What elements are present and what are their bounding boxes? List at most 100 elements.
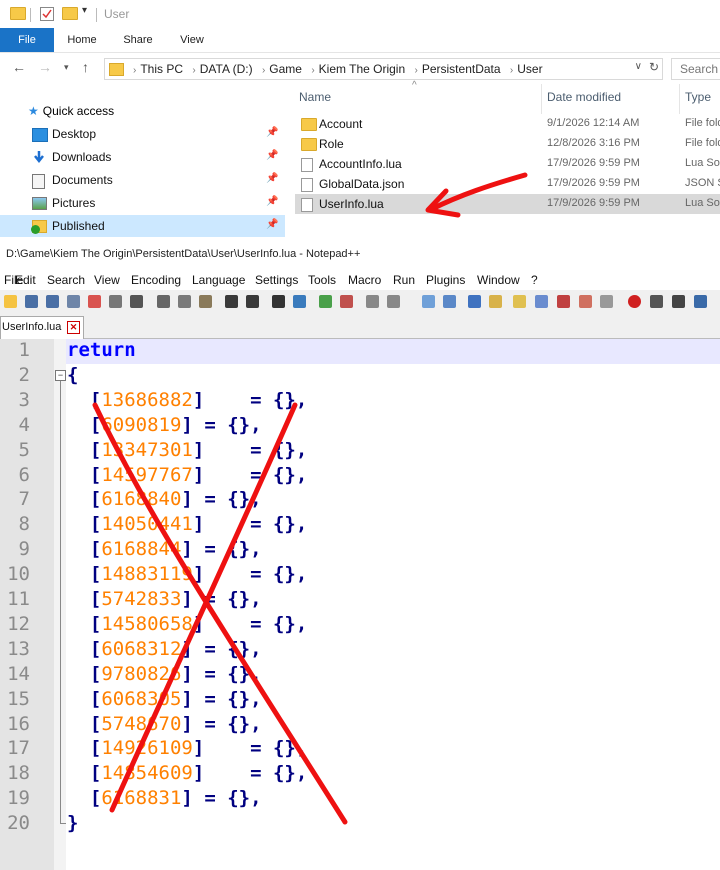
menu-help[interactable]: ? xyxy=(531,273,538,287)
indent-guide-icon[interactable] xyxy=(468,295,481,308)
undo-icon[interactable] xyxy=(225,295,238,308)
close-tab-icon[interactable]: ✕ xyxy=(67,321,80,334)
breadcrumb-item[interactable]: This PC xyxy=(140,62,183,76)
column-divider[interactable] xyxy=(679,84,680,114)
sync-horizontal-icon[interactable] xyxy=(387,295,400,308)
new-folder-icon[interactable] xyxy=(62,7,78,20)
column-header-date[interactable]: Date modified xyxy=(547,90,621,104)
preview-icon[interactable] xyxy=(600,295,613,308)
column-divider[interactable] xyxy=(541,84,542,114)
brace-token: } xyxy=(67,812,79,835)
menu-encoding[interactable]: Encoding xyxy=(131,273,181,287)
stop-macro-icon[interactable] xyxy=(650,295,663,308)
search-input[interactable]: Search U xyxy=(671,58,720,80)
sidebar-item-downloads[interactable]: Downloads 📌 xyxy=(0,146,285,168)
menu-edit[interactable]: Edit xyxy=(15,273,36,287)
folder-as-workspace-icon[interactable] xyxy=(557,295,570,308)
window-title: User xyxy=(104,7,130,21)
column-header-type[interactable]: Type xyxy=(685,90,711,104)
menu-macro[interactable]: Macro xyxy=(348,273,381,287)
file-row-selected[interactable]: UserInfo.lua 17/9/2026 9:59 PM Lua Sou xyxy=(295,194,720,214)
up-arrow-icon[interactable]: ↑ xyxy=(82,59,89,75)
window-title: D:\Game\Kiem The Origin\PersistentData\U… xyxy=(6,248,361,260)
save-icon[interactable] xyxy=(46,295,59,308)
file-row[interactable]: AccountInfo.lua 17/9/2026 9:59 PM Lua So… xyxy=(295,154,720,174)
run-macro-multiple-icon[interactable] xyxy=(694,295,707,308)
line-number: 1 xyxy=(18,339,30,361)
file-row[interactable]: Role 12/8/2026 3:16 PM File fold xyxy=(295,134,720,154)
menu-run[interactable]: Run xyxy=(393,273,415,287)
sync-vertical-icon[interactable] xyxy=(366,295,379,308)
menu-search[interactable]: Search xyxy=(47,273,85,287)
file-icon xyxy=(301,158,313,172)
code-line: [13686882] = {}, xyxy=(67,389,307,411)
breadcrumb-item[interactable]: Kiem The Origin xyxy=(319,62,405,76)
print-icon[interactable] xyxy=(130,295,143,308)
tab-home[interactable]: Home xyxy=(60,28,104,52)
record-macro-icon[interactable] xyxy=(628,295,641,308)
tab-view[interactable]: View xyxy=(170,28,214,52)
file-type: JSON S xyxy=(685,177,720,189)
replace-icon[interactable] xyxy=(293,295,306,308)
new-file-icon[interactable] xyxy=(4,295,17,308)
menu-tools[interactable]: Tools xyxy=(308,273,336,287)
menu-language[interactable]: Language xyxy=(192,273,245,287)
monitoring-icon[interactable] xyxy=(579,295,592,308)
menu-settings[interactable]: Settings xyxy=(255,273,298,287)
close-all-icon[interactable] xyxy=(109,295,122,308)
fold-toggle-icon[interactable]: − xyxy=(55,370,66,381)
open-file-icon[interactable] xyxy=(25,295,38,308)
address-bar[interactable]: › This PC › DATA (D:) › Game › Kiem The Orig… xyxy=(104,58,663,80)
forward-arrow-icon[interactable]: → xyxy=(38,59,52,75)
menu-view[interactable]: View xyxy=(94,273,120,287)
zoom-out-icon[interactable] xyxy=(340,295,353,308)
assignment-token: = {}, xyxy=(204,438,308,461)
number-token: 14597767 xyxy=(101,463,193,486)
zoom-in-icon[interactable] xyxy=(319,295,332,308)
breadcrumb-item[interactable]: User xyxy=(517,62,542,76)
column-header-name[interactable]: Name xyxy=(299,90,331,104)
recent-locations-icon[interactable]: ▾ xyxy=(64,62,69,73)
save-all-icon[interactable] xyxy=(67,295,80,308)
breadcrumb-item[interactable]: PersistentData xyxy=(422,62,501,76)
file-name: GlobalData.json xyxy=(319,177,405,191)
sidebar-item-desktop[interactable]: Desktop 📌 xyxy=(0,123,285,145)
document-map-icon[interactable] xyxy=(513,295,526,308)
bracket-token: [ xyxy=(89,413,102,436)
word-wrap-icon[interactable] xyxy=(422,295,435,308)
language-icon[interactable] xyxy=(489,295,502,308)
customize-toolbar-icon[interactable]: ▾ xyxy=(82,5,87,16)
code-line: [14854609] = {}, xyxy=(67,762,307,784)
tab-file[interactable]: File xyxy=(0,28,54,52)
sidebar-item-pictures[interactable]: Pictures 📌 xyxy=(0,192,285,214)
chevron-down-icon[interactable]: ∨ xyxy=(635,61,642,72)
file-name: Role xyxy=(319,137,344,151)
file-row[interactable]: Account 9/1/2026 12:14 AM File fold xyxy=(295,114,720,134)
function-list-icon[interactable] xyxy=(535,295,548,308)
line-number: 11 xyxy=(7,588,30,610)
tab-share[interactable]: Share xyxy=(116,28,160,52)
menu-window[interactable]: Window xyxy=(477,273,520,287)
sidebar-item-documents[interactable]: Documents 📌 xyxy=(0,169,285,191)
breadcrumb-item[interactable]: Game xyxy=(269,62,302,76)
sidebar-item-published[interactable]: Published 📌 xyxy=(0,215,285,237)
menu-plugins[interactable]: Plugins xyxy=(426,273,465,287)
breadcrumb-item[interactable]: DATA (D:) xyxy=(200,62,253,76)
show-all-characters-icon[interactable] xyxy=(443,295,456,308)
tab-userinfo-lua[interactable]: UserInfo.lua ✕ xyxy=(0,316,84,339)
copy-icon[interactable] xyxy=(178,295,191,308)
redo-icon[interactable] xyxy=(246,295,259,308)
paste-icon[interactable] xyxy=(199,295,212,308)
refresh-icon[interactable]: ↻ xyxy=(649,60,659,74)
code-editor[interactable]: − 1 return 2 {3 [13686882] = {}, 4 [6090819]… xyxy=(0,339,720,870)
back-arrow-icon[interactable]: ← xyxy=(12,59,26,75)
close-icon[interactable] xyxy=(88,295,101,308)
find-icon[interactable] xyxy=(272,295,285,308)
file-row[interactable]: GlobalData.json 17/9/2026 9:59 PM JSON S xyxy=(295,174,720,194)
play-macro-icon[interactable] xyxy=(672,295,685,308)
folder-icon[interactable] xyxy=(10,7,26,20)
properties-icon[interactable] xyxy=(40,7,54,21)
sidebar-item-label: Desktop xyxy=(52,127,97,141)
quick-access-header[interactable]: ★ Quick access xyxy=(28,104,114,118)
cut-icon[interactable] xyxy=(157,295,170,308)
